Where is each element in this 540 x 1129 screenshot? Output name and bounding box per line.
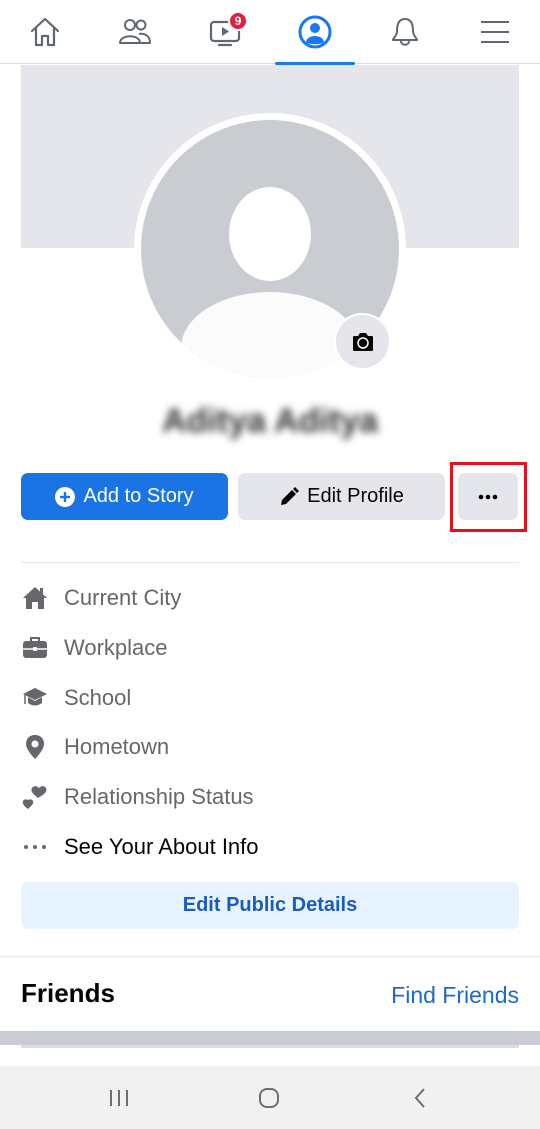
detail-workplace[interactable]: Workplace — [21, 628, 168, 668]
home-icon — [30, 17, 60, 47]
detail-school[interactable]: School — [21, 678, 131, 718]
briefcase-icon — [21, 634, 49, 662]
profile-name: Aditya Aditya — [161, 402, 378, 440]
back-chevron-icon — [414, 1088, 425, 1108]
detail-relationship-status[interactable]: Relationship Status — [21, 777, 254, 817]
nav-home[interactable] — [0, 0, 90, 64]
camera-icon — [352, 332, 373, 351]
see-about-info-link[interactable]: See Your About Info — [21, 827, 259, 867]
find-friends-link[interactable]: Find Friends — [391, 982, 519, 1009]
pencil-icon — [281, 486, 300, 505]
detail-label: Workplace — [64, 635, 168, 660]
more-options-button[interactable] — [458, 473, 518, 520]
more-dots-icon — [478, 494, 498, 499]
recents-icon — [110, 1090, 128, 1106]
edit-profile-button[interactable]: Edit Profile — [238, 473, 445, 520]
detail-label: See Your About Info — [64, 834, 259, 859]
section-separator — [0, 1031, 540, 1048]
profile-icon — [298, 15, 332, 49]
hearts-icon — [21, 783, 49, 811]
home-circle-icon — [259, 1088, 279, 1108]
top-navigation-bar: 9 — [0, 0, 540, 65]
graduation-cap-icon — [21, 684, 49, 712]
plus-circle-icon — [55, 486, 76, 507]
nav-friends[interactable] — [90, 0, 180, 64]
divider — [0, 956, 540, 957]
detail-label: Hometown — [64, 734, 170, 759]
edit-profile-label: Edit Profile — [307, 485, 404, 507]
avatar-body-silhouette — [181, 292, 359, 378]
back-button[interactable] — [400, 1081, 440, 1115]
avatar-head-silhouette — [229, 187, 311, 281]
watch-notification-badge: 9 — [228, 11, 248, 31]
edit-public-details-button[interactable]: Edit Public Details — [21, 882, 519, 929]
house-icon — [21, 584, 49, 612]
nav-profile[interactable] — [270, 0, 360, 65]
add-to-story-label: Add to Story — [83, 485, 194, 507]
recents-button[interactable] — [99, 1081, 139, 1115]
detail-hometown[interactable]: Hometown — [21, 727, 169, 767]
more-dots-icon — [21, 833, 49, 861]
system-navigation-bar — [0, 1066, 540, 1129]
divider — [21, 562, 519, 563]
bell-icon — [392, 18, 418, 46]
add-to-story-button[interactable]: Add to Story — [21, 473, 228, 520]
change-profile-picture-button[interactable] — [334, 313, 391, 370]
nav-notifications[interactable] — [360, 0, 450, 64]
detail-current-city[interactable]: Current City — [21, 578, 181, 618]
detail-label: Relationship Status — [64, 784, 254, 809]
home-button[interactable] — [249, 1081, 289, 1115]
nav-menu[interactable] — [450, 0, 540, 64]
friends-icon — [119, 19, 151, 44]
location-pin-icon — [21, 733, 49, 761]
hamburger-menu-icon — [481, 21, 509, 43]
detail-label: Current City — [64, 585, 182, 610]
friends-section-title: Friends — [21, 978, 115, 1008]
detail-label: School — [64, 685, 132, 710]
nav-watch[interactable]: 9 — [180, 0, 270, 64]
